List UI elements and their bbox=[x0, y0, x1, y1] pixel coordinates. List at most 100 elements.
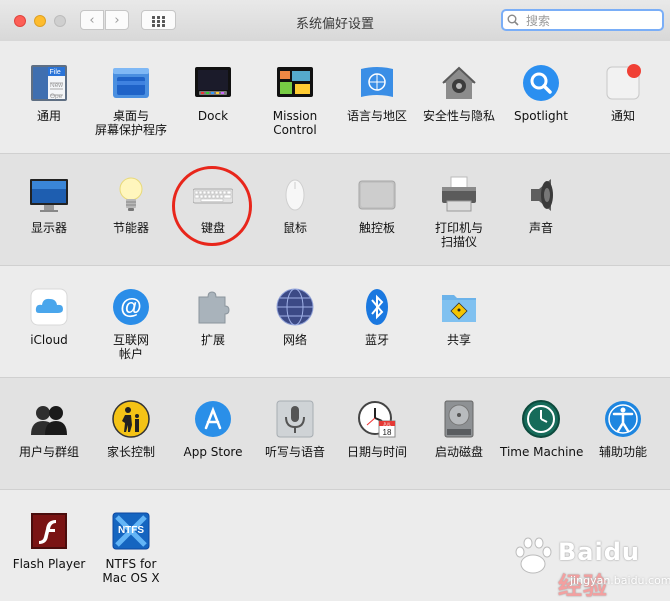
general-icon-new-text: New bbox=[50, 82, 63, 89]
search-field[interactable]: 搜索 bbox=[501, 9, 664, 31]
pref-label: 显示器 bbox=[30, 221, 67, 235]
pref-sharing[interactable]: 共享 bbox=[418, 287, 500, 347]
pref-trackpad[interactable]: 触控板 bbox=[336, 175, 418, 235]
pref-mission-control[interactable]: Mission Control bbox=[254, 63, 336, 137]
pref-label: 用户与群组 bbox=[18, 445, 79, 459]
pref-internet-accounts[interactable]: @ 互联网 帐户 bbox=[90, 287, 172, 361]
sharing-folder-icon bbox=[439, 287, 479, 327]
watermark-url: jingyan.baidu.com bbox=[570, 574, 670, 587]
ntfs-icon-text: NTFS bbox=[118, 525, 144, 536]
mouse-icon bbox=[275, 175, 315, 215]
pref-label: Flash Player bbox=[12, 557, 86, 571]
pref-notifications[interactable]: 通知 bbox=[582, 63, 664, 123]
bluetooth-icon bbox=[357, 287, 397, 327]
general-icon: File New Ope bbox=[29, 63, 69, 103]
pref-security-privacy[interactable]: 安全性与隐私 bbox=[418, 63, 500, 123]
pref-dictation-speech[interactable]: 听写与语音 bbox=[254, 399, 336, 459]
pref-parental-controls[interactable]: 家长控制 bbox=[90, 399, 172, 459]
general-icon-open-text: Ope bbox=[50, 93, 63, 100]
pref-label: 安全性与隐私 bbox=[422, 109, 495, 123]
keyboard-highlight-circle bbox=[172, 166, 252, 246]
pref-label: 声音 bbox=[528, 221, 553, 235]
light-bulb-icon bbox=[111, 175, 151, 215]
pref-bluetooth[interactable]: 蓝牙 bbox=[336, 287, 418, 347]
pref-label: 日期与时间 bbox=[346, 445, 407, 459]
icloud-icon bbox=[29, 287, 69, 327]
pref-label: 通用 bbox=[36, 109, 61, 123]
pref-label: 蓝牙 bbox=[364, 333, 389, 347]
parental-controls-icon bbox=[111, 399, 151, 439]
globe-network-icon bbox=[275, 287, 315, 327]
pref-time-machine[interactable]: Time Machine bbox=[500, 399, 584, 459]
watermark-brand-b: du bbox=[603, 538, 640, 566]
pref-label: NTFS for Mac OS X bbox=[102, 557, 160, 585]
pref-label: 共享 bbox=[446, 333, 471, 347]
pref-label: 互联网 帐户 bbox=[112, 333, 149, 361]
pref-label: 启动磁盘 bbox=[434, 445, 483, 459]
pref-network[interactable]: 网络 bbox=[254, 287, 336, 347]
search-icon bbox=[507, 14, 523, 26]
pref-label: 听写与语音 bbox=[264, 445, 325, 459]
pref-desktop[interactable]: 桌面与 屏幕保护程序 bbox=[90, 63, 172, 137]
calendar-month-text: JUL bbox=[383, 422, 391, 427]
pref-label: Mission Control bbox=[272, 109, 318, 137]
accessibility-icon bbox=[603, 399, 643, 439]
un-flag-icon bbox=[357, 63, 397, 103]
pref-mouse[interactable]: 鼠标 bbox=[254, 175, 336, 235]
pref-app-store[interactable]: App Store bbox=[172, 399, 254, 459]
pref-accessibility[interactable]: 辅助功能 bbox=[582, 399, 664, 459]
pref-extensions[interactable]: 扩展 bbox=[172, 287, 254, 347]
watermark-brand: Baidu经验 bbox=[558, 538, 660, 601]
puzzle-piece-icon bbox=[193, 287, 233, 327]
pref-label: Time Machine bbox=[500, 445, 584, 459]
pref-label: App Store bbox=[183, 445, 243, 459]
calendar-day-text: 18 bbox=[383, 428, 392, 437]
trackpad-icon bbox=[357, 175, 397, 215]
pref-icloud[interactable]: iCloud bbox=[8, 287, 90, 347]
flash-player-icon bbox=[29, 511, 69, 551]
general-icon-file-text: File bbox=[50, 69, 61, 76]
watermark-brand-a: Bai bbox=[558, 538, 604, 566]
pref-label: 扩展 bbox=[200, 333, 225, 347]
pref-language-region[interactable]: 语言与地区 bbox=[336, 63, 418, 123]
pref-label: Dock bbox=[197, 109, 229, 123]
pref-label: 辅助功能 bbox=[598, 445, 647, 459]
pref-label: 桌面与 屏幕保护程序 bbox=[94, 109, 167, 137]
pref-label: 节能器 bbox=[112, 221, 149, 235]
pref-displays[interactable]: 显示器 bbox=[8, 175, 90, 235]
title-bar: ‹ › 系统偏好设置 搜索 bbox=[0, 0, 670, 42]
pref-printers-scanners[interactable]: 打印机与 扫描仪 bbox=[418, 175, 500, 249]
printer-icon bbox=[439, 175, 479, 215]
baidu-paw-icon bbox=[515, 537, 552, 574]
pref-users-groups[interactable]: 用户与群组 bbox=[8, 399, 90, 459]
ntfs-icon: NTFS bbox=[111, 511, 151, 551]
pref-date-time[interactable]: JUL 18 日期与时间 bbox=[336, 399, 418, 459]
pref-spotlight[interactable]: Spotlight bbox=[500, 63, 582, 123]
time-machine-icon bbox=[521, 399, 561, 439]
clock-calendar-icon: JUL 18 bbox=[357, 399, 397, 439]
pref-label: 触控板 bbox=[358, 221, 395, 235]
pref-flash-player[interactable]: Flash Player bbox=[8, 511, 90, 571]
pref-label: 通知 bbox=[610, 109, 635, 123]
pref-label: Spotlight bbox=[514, 109, 568, 123]
house-lock-icon bbox=[439, 63, 479, 103]
search-placeholder: 搜索 bbox=[526, 13, 551, 28]
pref-dock[interactable]: Dock bbox=[172, 63, 254, 123]
pref-general[interactable]: File New Ope 通用 bbox=[8, 63, 90, 123]
svg-text:@: @ bbox=[120, 294, 141, 319]
pref-energy-saver[interactable]: 节能器 bbox=[90, 175, 172, 235]
spotlight-icon bbox=[521, 63, 561, 103]
pref-label: 鼠标 bbox=[282, 221, 307, 235]
mission-control-icon bbox=[275, 63, 315, 103]
speaker-icon bbox=[521, 175, 561, 215]
pref-ntfs-for-mac[interactable]: NTFS NTFS for Mac OS X bbox=[90, 511, 172, 585]
app-store-icon bbox=[193, 399, 233, 439]
at-sign-icon: @ bbox=[111, 287, 151, 327]
pref-sound[interactable]: 声音 bbox=[500, 175, 582, 235]
display-icon bbox=[29, 175, 69, 215]
desktop-screensaver-icon bbox=[111, 63, 151, 103]
baidu-watermark: Baidu经验 jingyan.baidu.com bbox=[510, 530, 670, 600]
pref-startup-disk[interactable]: 启动磁盘 bbox=[418, 399, 500, 459]
microphone-icon bbox=[275, 399, 315, 439]
pref-label: 打印机与 扫描仪 bbox=[434, 221, 483, 249]
